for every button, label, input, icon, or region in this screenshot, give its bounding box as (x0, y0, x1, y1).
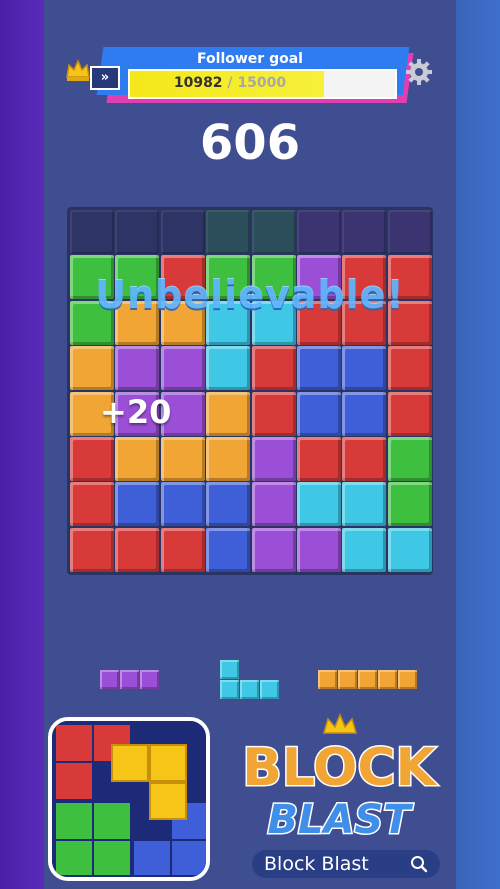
search-label: Block Blast (264, 853, 369, 875)
board-cell-darkgreen (251, 210, 296, 254)
board-cell-red (387, 346, 432, 391)
board-cell-orange (160, 437, 205, 481)
board-cell-cyan (342, 527, 387, 572)
piece-cell (220, 660, 239, 679)
board-cell-red (70, 482, 114, 527)
follower-goal-bar: Follower goal 10982 / 15000 (96, 47, 414, 103)
board-cell-cyan (387, 527, 432, 572)
goal-progress: 10982 / 15000 (128, 69, 397, 99)
logo-crown-icon (323, 713, 357, 734)
board-cell-purple (251, 437, 296, 481)
board-cell-darkgreen (206, 210, 251, 254)
board-cell-dark (115, 210, 160, 254)
board-cell-red (297, 437, 341, 481)
board-cell-purple (115, 346, 160, 391)
piece-cell (338, 670, 357, 689)
piece-cell (398, 670, 417, 689)
board-cell-blue (115, 482, 160, 527)
board-cell-green (387, 437, 432, 481)
board-cell-blue (297, 391, 341, 436)
logo-line2: BLAST (267, 797, 413, 843)
board-cell-orange (115, 437, 160, 481)
score: 606 (199, 115, 301, 171)
praise-text: Unbelievable! (95, 273, 405, 317)
board-cell-darkpurple (342, 210, 387, 254)
board-cell-dark (70, 210, 114, 254)
piece-cell (378, 670, 397, 689)
board-cell-orange (206, 391, 251, 436)
app-icon-graphic (52, 721, 206, 877)
board-cell-purple (251, 527, 296, 572)
piece-cell (220, 680, 239, 699)
game-board[interactable] (67, 207, 433, 575)
board-cell-red (160, 527, 205, 572)
board-cell-dark (160, 210, 205, 254)
board-cell-purple (160, 346, 205, 391)
board-cell-blue (297, 346, 341, 391)
board-cell-blue (206, 482, 251, 527)
board-cell-red (70, 437, 114, 481)
board-cell-orange (206, 437, 251, 481)
piece-cell (100, 670, 119, 689)
board-cell-blue (342, 391, 387, 436)
board-cell-cyan (206, 346, 251, 391)
board-cell-red (251, 391, 296, 436)
goal-progress-text: 10982 / 15000 (130, 75, 330, 91)
board-cell-purple (297, 527, 341, 572)
app-icon (48, 717, 210, 881)
crown-icon (66, 59, 90, 81)
gear-icon[interactable] (405, 58, 433, 86)
board-cell-red (342, 437, 387, 481)
board-cell-cyan (342, 482, 387, 527)
board-cell-orange (70, 346, 114, 391)
goal-total: 15000 (237, 75, 287, 91)
piece-cell (120, 670, 139, 689)
board-cell-blue (160, 482, 205, 527)
goal-separator: / (222, 75, 238, 91)
board-cell-red (70, 527, 114, 572)
piece-cell (358, 670, 377, 689)
board-cell-green (387, 482, 432, 527)
goal-current: 10982 (173, 75, 223, 91)
board-cell-red (251, 346, 296, 391)
board-cell-darkpurple (297, 210, 341, 254)
block-blast-logo: BLOCK BLAST (241, 713, 439, 843)
board-cell-red (115, 527, 160, 572)
logo-line1: BLOCK (242, 738, 437, 798)
piece-cell (318, 670, 337, 689)
board-cell-darkpurple (387, 210, 432, 254)
board-cell-blue (206, 527, 251, 572)
search-icon[interactable] (410, 855, 428, 873)
board-cell-purple (251, 482, 296, 527)
piece-cell (260, 680, 279, 699)
board-cell-red (387, 391, 432, 436)
search-pill[interactable]: Block Blast (252, 850, 440, 878)
fast-forward-badge[interactable]: » (90, 66, 120, 90)
board-cell-blue (342, 346, 387, 391)
piece-cell (140, 670, 159, 689)
bonus-points: +20 (100, 393, 172, 431)
board-cell-cyan (297, 482, 341, 527)
piece-cell (240, 680, 259, 699)
goal-title: Follower goal (197, 51, 303, 67)
